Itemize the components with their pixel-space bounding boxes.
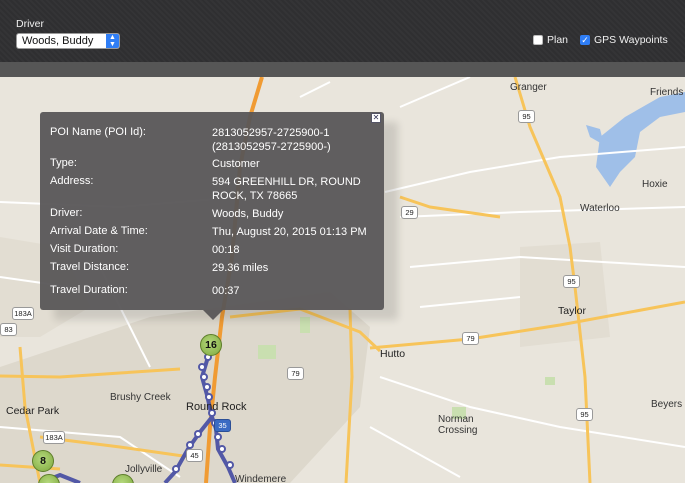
popup-label: POI Name (POI Id): — [50, 126, 146, 138]
place-label: Taylor — [558, 305, 587, 317]
route-shield: 183A — [12, 307, 34, 320]
route-shield: 29 — [401, 206, 418, 219]
popup-value: 2813052957-2725900-1 (2813052957-2725900… — [212, 126, 382, 154]
gps-waypoints-checkbox-label: GPS Waypoints — [594, 34, 668, 46]
place-label: Round Rock — [186, 401, 247, 413]
address-line: 594 GREENHILL DR, ROUND — [212, 176, 361, 188]
plan-checkbox-label: Plan — [547, 34, 569, 46]
driver-label: Driver — [16, 18, 44, 30]
popup-value: 00:37 — [212, 285, 240, 297]
popup-value: Customer — [212, 158, 260, 170]
popup-label: Type: — [50, 157, 77, 169]
place-label: Hutto — [380, 348, 406, 360]
route-shield: 45 — [186, 449, 203, 462]
popup-label: Arrival Date & Time: — [50, 225, 148, 237]
route-shield: 95 — [518, 110, 535, 123]
place-label: Granger — [510, 82, 547, 93]
place-label: Beyers — [651, 399, 683, 410]
popup-label: Address: — [50, 175, 94, 187]
plan-checkbox[interactable]: Plan — [533, 34, 568, 46]
place-label: Cedar Park — [6, 405, 60, 417]
plan-checkbox-box[interactable] — [533, 35, 543, 45]
place-label: Friends — [650, 87, 684, 98]
route-shield: 183A — [43, 431, 65, 444]
place-label: Hoxie — [642, 179, 668, 190]
place-label: Brushy Creek — [110, 392, 171, 403]
address-line: ROCK, TX 78665 — [212, 190, 298, 202]
route-shield: 95 — [576, 408, 593, 421]
route-shield: 95 — [563, 275, 580, 288]
popup-value: 594 GREENHILL DR, ROUND ROCK, TX 78665 — [212, 175, 382, 203]
popup-label: Travel Duration: — [50, 284, 128, 296]
top-toolbar: Driver Woods, Buddy ▲ ▼ Plan ✓ GPS Waypoi… — [0, 0, 685, 62]
gps-waypoints-checkbox[interactable]: ✓ GPS Waypoints — [580, 34, 668, 46]
popup-value: 00:18 — [212, 244, 240, 256]
driver-select-value: Woods, Buddy — [22, 35, 94, 47]
place-label: Windemere — [235, 474, 287, 483]
popup-value: Woods, Buddy — [212, 208, 284, 220]
toolbar-divider-band — [0, 62, 685, 77]
poi-id-line: (2813052957-2725900-) — [212, 141, 331, 153]
popup-value: 29.36 miles — [212, 262, 269, 274]
popup-label: Travel Distance: — [50, 261, 130, 273]
poi-info-popup: ✕ POI Name (POI Id): 2813052957-2725900-… — [40, 112, 384, 320]
route-shield: 83 — [0, 323, 17, 336]
popup-label: Driver: — [50, 207, 83, 219]
popup-label: Visit Duration: — [50, 243, 119, 255]
map-marker[interactable]: 16 — [200, 334, 222, 356]
driver-select[interactable]: Woods, Buddy ▲ ▼ — [16, 33, 120, 49]
select-arrows-icon: ▲ ▼ — [106, 34, 119, 48]
route-shield: 79 — [287, 367, 304, 380]
route-shield: 79 — [462, 332, 479, 345]
route-shield: 35 — [214, 419, 231, 432]
popup-value: Thu, August 20, 2015 01:13 PM — [212, 226, 367, 238]
place-label: Waterloo — [580, 203, 620, 214]
gps-waypoints-checkbox-box[interactable]: ✓ — [580, 35, 590, 45]
close-icon[interactable]: ✕ — [371, 113, 381, 123]
place-label: Norman Crossing — [438, 414, 478, 436]
map-marker[interactable]: 8 — [32, 450, 54, 472]
place-label: Jollyville — [125, 464, 163, 475]
poi-id-line: 2813052957-2725900-1 — [212, 127, 330, 139]
